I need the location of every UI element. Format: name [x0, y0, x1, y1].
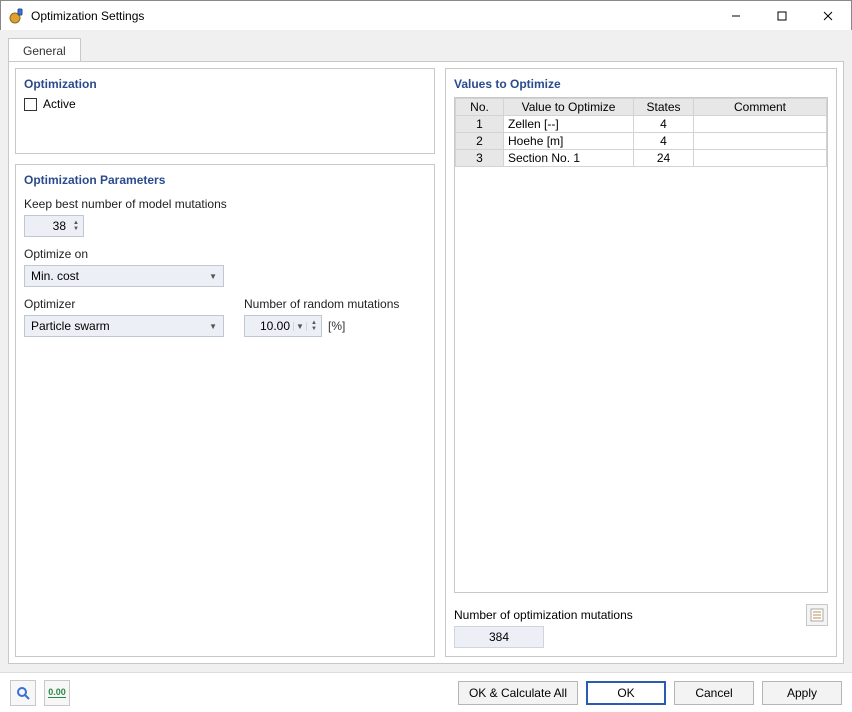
panel-title-values: Values to Optimize	[454, 77, 828, 91]
cell-no: 1	[456, 116, 504, 133]
col-states[interactable]: States	[634, 99, 694, 116]
active-label: Active	[43, 97, 76, 111]
optimize-on-label: Optimize on	[24, 247, 426, 261]
tab-page-general: Optimization Active Optimization Paramet…	[8, 61, 844, 664]
values-grid[interactable]: No. Value to Optimize States Comment 1 Z…	[454, 97, 828, 593]
optimize-on-select[interactable]: Min. cost ▼	[24, 265, 224, 287]
keep-best-value: 38	[25, 219, 69, 233]
chevron-down-icon: ▼	[209, 272, 217, 281]
col-value[interactable]: Value to Optimize	[504, 99, 634, 116]
grid-empty-area	[455, 167, 827, 592]
optimizer-select[interactable]: Particle swarm ▼	[24, 315, 224, 337]
stepper-arrows-icon: ▲▼	[307, 320, 321, 332]
chevron-down-icon: ▼	[293, 322, 307, 331]
optimize-on-value: Min. cost	[31, 269, 79, 283]
apply-button[interactable]: Apply	[762, 681, 842, 705]
cell-value[interactable]: Section No. 1	[504, 150, 634, 167]
cell-value[interactable]: Zellen [--]	[504, 116, 634, 133]
cell-states[interactable]: 4	[634, 133, 694, 150]
cell-value[interactable]: Hoehe [m]	[504, 133, 634, 150]
cell-no: 2	[456, 133, 504, 150]
magnifier-icon	[16, 686, 30, 700]
active-checkbox[interactable]: Active	[24, 97, 426, 111]
rand-mut-value: 10.00	[245, 319, 293, 333]
maximize-button[interactable]	[759, 1, 805, 30]
optimizer-value: Particle swarm	[31, 319, 110, 333]
rand-mut-stepper[interactable]: 10.00 ▼ ▲▼	[244, 315, 322, 337]
keep-best-label: Keep best number of model mutations	[24, 197, 426, 211]
client-area: General Optimization Active Optimization…	[0, 30, 852, 672]
help-button[interactable]	[10, 680, 36, 706]
right-column: Values to Optimize No. Value to Optimize…	[445, 68, 837, 657]
panel-title-optimization: Optimization	[24, 77, 426, 91]
tab-general[interactable]: General	[8, 38, 81, 62]
rand-mut-unit: [%]	[328, 319, 345, 333]
units-button[interactable]: 0.00	[44, 680, 70, 706]
cell-states[interactable]: 4	[634, 116, 694, 133]
tabs: General	[8, 38, 844, 62]
units-icon-text: 0.00	[48, 687, 66, 698]
panel-title-params: Optimization Parameters	[24, 173, 426, 187]
cell-comment[interactable]	[694, 150, 827, 167]
panel-optimization: Optimization Active	[15, 68, 435, 154]
cell-comment[interactable]	[694, 133, 827, 150]
bottom-bar: 0.00 OK & Calculate All OK Cancel Apply	[0, 672, 852, 712]
grid-header-row: No. Value to Optimize States Comment	[456, 99, 827, 116]
cancel-button[interactable]: Cancel	[674, 681, 754, 705]
cell-comment[interactable]	[694, 116, 827, 133]
chevron-down-icon: ▼	[209, 322, 217, 331]
edit-list-button[interactable]	[806, 604, 828, 626]
opt-count-label: Number of optimization mutations	[454, 608, 633, 622]
stepper-arrows-icon: ▲▼	[69, 220, 83, 232]
cell-no: 3	[456, 150, 504, 167]
opt-count-value: 384	[454, 626, 544, 648]
window-title: Optimization Settings	[31, 9, 713, 23]
keep-best-stepper[interactable]: 38 ▲▼	[24, 215, 84, 237]
cell-states[interactable]: 24	[634, 150, 694, 167]
minimize-button[interactable]	[713, 1, 759, 30]
left-column: Optimization Active Optimization Paramet…	[15, 68, 435, 657]
panel-values: Values to Optimize No. Value to Optimize…	[445, 68, 837, 657]
checkbox-box-icon	[24, 98, 37, 111]
ok-calculate-all-button[interactable]: OK & Calculate All	[458, 681, 578, 705]
close-button[interactable]	[805, 1, 851, 30]
app-icon	[9, 8, 25, 24]
optimizer-label: Optimizer	[24, 297, 224, 311]
table-row[interactable]: 2 Hoehe [m] 4	[456, 133, 827, 150]
titlebar: Optimization Settings	[1, 1, 851, 31]
rand-mut-label: Number of random mutations	[244, 297, 399, 311]
list-icon	[810, 608, 824, 622]
col-comment[interactable]: Comment	[694, 99, 827, 116]
table-row[interactable]: 3 Section No. 1 24	[456, 150, 827, 167]
ok-button[interactable]: OK	[586, 681, 666, 705]
panel-params: Optimization Parameters Keep best number…	[15, 164, 435, 657]
col-no[interactable]: No.	[456, 99, 504, 116]
table-row[interactable]: 1 Zellen [--] 4	[456, 116, 827, 133]
window-buttons	[713, 1, 851, 30]
